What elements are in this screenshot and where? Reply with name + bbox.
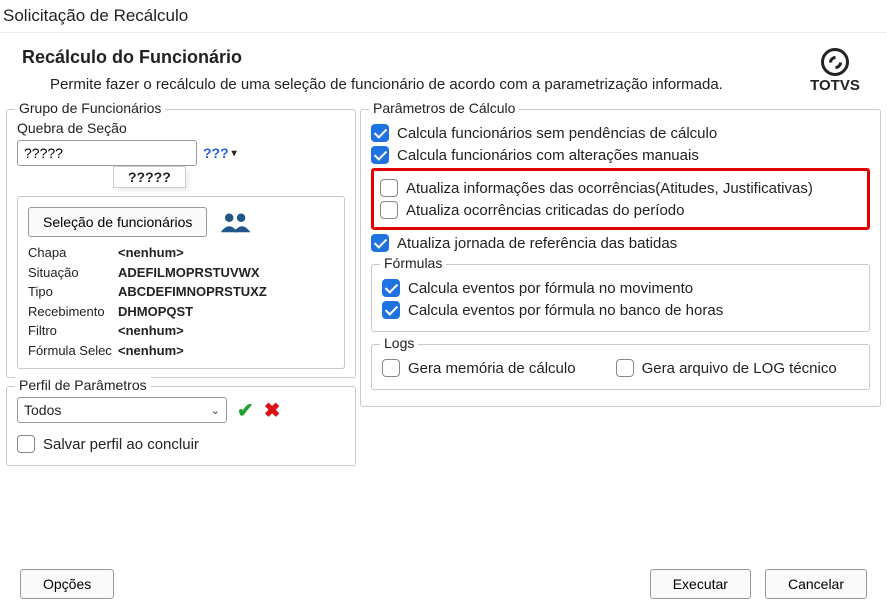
value-situacao: ADEFILMOPRSTUVWX (118, 263, 260, 283)
checkbox-calc-alteracoes-manuais[interactable] (371, 146, 389, 164)
checkbox-eventos-banco-horas[interactable] (382, 301, 400, 319)
label-eventos-movimento: Calcula eventos por fórmula no movimento (408, 280, 693, 297)
question-icon: ??? (203, 145, 229, 161)
checkbox-atualiza-jornada[interactable] (371, 234, 389, 252)
selecao-funcionarios-button[interactable]: Seleção de funcionários (28, 207, 207, 237)
label-salvar-perfil: Salvar perfil ao concluir (43, 436, 199, 453)
label-formula: Fórmula Selec (28, 341, 118, 361)
label-atualiza-criticadas: Atualiza ocorrências criticadas do perío… (406, 202, 684, 219)
quebra-secao-label: Quebra de Seção (17, 120, 345, 136)
cancel-icon[interactable]: ✖ (264, 398, 281, 423)
label-recebimento: Recebimento (28, 302, 118, 322)
group-logs-title: Logs (380, 335, 418, 351)
label-eventos-banco-horas: Calcula eventos por fórmula no banco de … (408, 302, 723, 319)
cancelar-button[interactable]: Cancelar (765, 569, 867, 599)
label-calc-alteracoes-manuais: Calcula funcionários com alterações manu… (397, 147, 699, 164)
label-situacao: Situação (28, 263, 118, 283)
page-title: Recálculo do Funcionário (22, 47, 805, 68)
checkbox-eventos-movimento[interactable] (382, 279, 400, 297)
quebra-lookup-button[interactable]: ??? ▾ (203, 145, 237, 161)
label-filtro: Filtro (28, 321, 118, 341)
checkbox-calc-sem-pendencias[interactable] (371, 124, 389, 142)
confirm-icon[interactable]: ✔ (237, 398, 254, 423)
value-filtro: <nenhum> (118, 321, 184, 341)
chevron-down-icon: ▾ (232, 148, 237, 159)
perfil-select[interactable]: Todos ⌄ (17, 397, 227, 423)
brand-icon (821, 48, 849, 76)
checkbox-atualiza-criticadas[interactable] (380, 201, 398, 219)
brand-logo: TOTVS (805, 48, 865, 93)
group-funcionarios-title: Grupo de Funcionários (15, 100, 165, 116)
people-icon (219, 209, 253, 235)
value-formula: <nenhum> (118, 341, 184, 361)
checkbox-log-tecnico[interactable] (616, 359, 634, 377)
label-atualiza-jornada: Atualiza jornada de referência das batid… (397, 235, 677, 252)
label-atualiza-ocorrencias: Atualiza informações das ocorrências(Ati… (406, 180, 813, 197)
group-formulas-title: Fórmulas (380, 255, 446, 271)
value-chapa: <nenhum> (118, 243, 184, 263)
window-title: Solicitação de Recálculo (0, 0, 887, 33)
label-chapa: Chapa (28, 243, 118, 263)
value-recebimento: DHMOPQST (118, 302, 193, 322)
checkbox-salvar-perfil[interactable] (17, 435, 35, 453)
quebra-secao-input[interactable] (17, 140, 197, 166)
executar-button[interactable]: Executar (650, 569, 751, 599)
checkbox-memoria-calculo[interactable] (382, 359, 400, 377)
checkbox-atualiza-ocorrencias[interactable] (380, 179, 398, 197)
page-subtitle: Permite fazer o recálculo de uma seleção… (22, 76, 805, 93)
group-parametros-title: Parâmetros de Cálculo (369, 100, 519, 116)
chevron-down-icon: ⌄ (211, 404, 220, 417)
label-log-tecnico: Gera arquivo de LOG técnico (642, 360, 837, 377)
perfil-select-value: Todos (24, 402, 61, 418)
label-tipo: Tipo (28, 282, 118, 302)
label-memoria-calculo: Gera memória de cálculo (408, 360, 576, 377)
highlighted-region: Atualiza informações das ocorrências(Ati… (371, 168, 870, 230)
label-calc-sem-pendencias: Calcula funcionários sem pendências de c… (397, 125, 717, 142)
quebra-tooltip: ????? (113, 166, 186, 188)
group-perfil-title: Perfil de Parâmetros (15, 377, 151, 393)
opcoes-button[interactable]: Opções (20, 569, 114, 599)
value-tipo: ABCDEFIMNOPRSTUXZ (118, 282, 267, 302)
brand-text: TOTVS (810, 77, 860, 94)
